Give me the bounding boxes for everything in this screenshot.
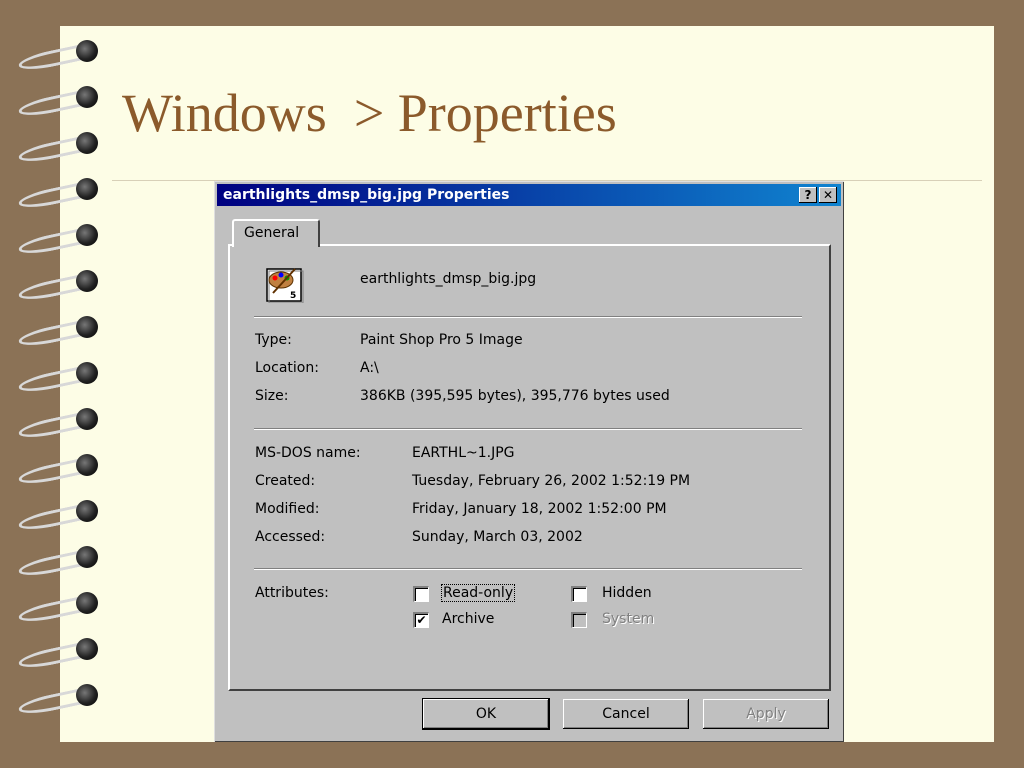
binding-ring bbox=[14, 174, 104, 212]
accessed-value: Sunday, March 03, 2002 bbox=[412, 529, 583, 545]
binding-ring bbox=[14, 542, 104, 580]
msdos-name-label: MS-DOS name: bbox=[255, 445, 361, 461]
svg-text:5: 5 bbox=[290, 291, 296, 301]
file-name: earthlights_dmsp_big.jpg bbox=[360, 271, 537, 287]
hidden-checkbox[interactable] bbox=[571, 586, 587, 602]
binding-ring bbox=[14, 312, 104, 350]
binding-ring bbox=[14, 496, 104, 534]
separator bbox=[254, 568, 802, 570]
binding-ring bbox=[14, 588, 104, 626]
binding-ring bbox=[14, 36, 104, 74]
location-label: Location: bbox=[255, 360, 319, 376]
readonly-label[interactable]: Read-only bbox=[440, 584, 516, 602]
size-label: Size: bbox=[255, 388, 289, 404]
accessed-label: Accessed: bbox=[255, 529, 326, 545]
general-tab-panel bbox=[228, 244, 831, 691]
location-value: A:\ bbox=[360, 360, 379, 376]
binding-ring bbox=[14, 634, 104, 672]
modified-value: Friday, January 18, 2002 1:52:00 PM bbox=[412, 501, 667, 517]
help-button[interactable]: ? bbox=[799, 187, 817, 203]
spiral-binding bbox=[14, 36, 104, 726]
binding-ring bbox=[14, 450, 104, 488]
binding-ring bbox=[14, 404, 104, 442]
apply-button: Apply bbox=[703, 699, 829, 729]
separator bbox=[254, 316, 802, 318]
system-label: System bbox=[602, 611, 655, 627]
type-value: Paint Shop Pro 5 Image bbox=[360, 332, 523, 348]
binding-ring bbox=[14, 128, 104, 166]
dialog-title: earthlights_dmsp_big.jpg Properties bbox=[223, 187, 510, 203]
archive-label[interactable]: Archive bbox=[442, 611, 494, 627]
slide-title: Windows > Properties bbox=[122, 83, 617, 143]
hidden-label[interactable]: Hidden bbox=[602, 585, 652, 601]
binding-ring bbox=[14, 266, 104, 304]
msdos-name-value: EARTHL~1.JPG bbox=[412, 445, 515, 461]
tab-general[interactable]: General bbox=[232, 219, 320, 247]
size-value: 386KB (395,595 bytes), 395,776 bytes use… bbox=[360, 388, 670, 404]
binding-ring bbox=[14, 680, 104, 718]
type-label: Type: bbox=[255, 332, 292, 348]
binding-ring bbox=[14, 82, 104, 120]
paint-shop-pro-icon: 5 bbox=[266, 268, 304, 303]
binding-ring bbox=[14, 358, 104, 396]
created-value: Tuesday, February 26, 2002 1:52:19 PM bbox=[412, 473, 691, 489]
archive-checkbox[interactable]: ✔ bbox=[413, 612, 429, 628]
attributes-label: Attributes: bbox=[255, 585, 329, 601]
binding-ring bbox=[14, 220, 104, 258]
properties-dialog: earthlights_dmsp_big.jpg Properties ? ✕ … bbox=[214, 181, 844, 742]
tab-general-label: General bbox=[244, 225, 300, 241]
separator bbox=[254, 428, 802, 430]
readonly-checkbox[interactable] bbox=[413, 586, 429, 602]
close-button[interactable]: ✕ bbox=[819, 187, 837, 203]
modified-label: Modified: bbox=[255, 501, 320, 517]
system-checkbox bbox=[571, 612, 587, 628]
ok-button[interactable]: OK bbox=[422, 698, 550, 730]
created-label: Created: bbox=[255, 473, 316, 489]
cancel-button[interactable]: Cancel bbox=[563, 699, 689, 729]
dialog-titlebar[interactable]: earthlights_dmsp_big.jpg Properties ? ✕ bbox=[217, 184, 841, 206]
